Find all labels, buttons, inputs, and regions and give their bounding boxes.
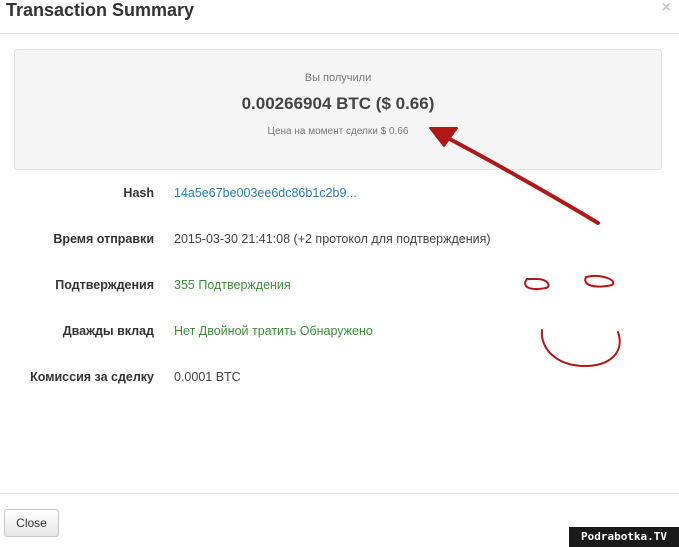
- received-amount: 0.00266904 BTC ($ 0.66): [241, 94, 435, 113]
- modal-header: Transaction Summary ×: [0, 0, 679, 34]
- double-spend-value: Нет Двойной тратить Обнаружено: [174, 324, 373, 338]
- price-note: Цена на момент сделки $ 0.66: [267, 126, 409, 137]
- close-icon[interactable]: ×: [662, 0, 671, 16]
- fee-value: 0.0001 BTC: [174, 370, 241, 384]
- received-label: Вы получили: [304, 72, 372, 84]
- hash-link[interactable]: 14a5e67be003ee6dc86b1c2b9...: [174, 186, 357, 200]
- time-label: Время отправки: [53, 232, 154, 246]
- double-spend-label: Дважды вклад: [62, 324, 154, 338]
- modal-title: Transaction Summary: [6, 0, 195, 20]
- summary-panel: Вы получили 0.00266904 BTC ($ 0.66) Цена…: [14, 49, 662, 170]
- confirmations-value: 355 Подтверждения: [174, 278, 291, 292]
- detail-row-confirmations: Подтверждения 355 Подтверждения: [0, 278, 679, 298]
- close-button[interactable]: Close: [4, 509, 59, 537]
- hash-label: Hash: [123, 186, 154, 200]
- fee-label: Комиссия за сделку: [30, 370, 154, 384]
- watermark: Podrabotka.TV: [569, 527, 679, 547]
- time-value: 2015-03-30 21:41:08 (+2 протокол для под…: [174, 232, 491, 246]
- confirmations-label: Подтверждения: [55, 278, 154, 292]
- detail-row-double-spend: Дважды вклад Нет Двойной тратить Обнаруж…: [0, 324, 679, 344]
- detail-row-time: Время отправки 2015-03-30 21:41:08 (+2 п…: [0, 232, 679, 252]
- detail-row-fee: Комиссия за сделку 0.0001 BTC: [0, 370, 679, 390]
- detail-row-hash: Hash 14a5e67be003ee6dc86b1c2b9...: [0, 186, 679, 206]
